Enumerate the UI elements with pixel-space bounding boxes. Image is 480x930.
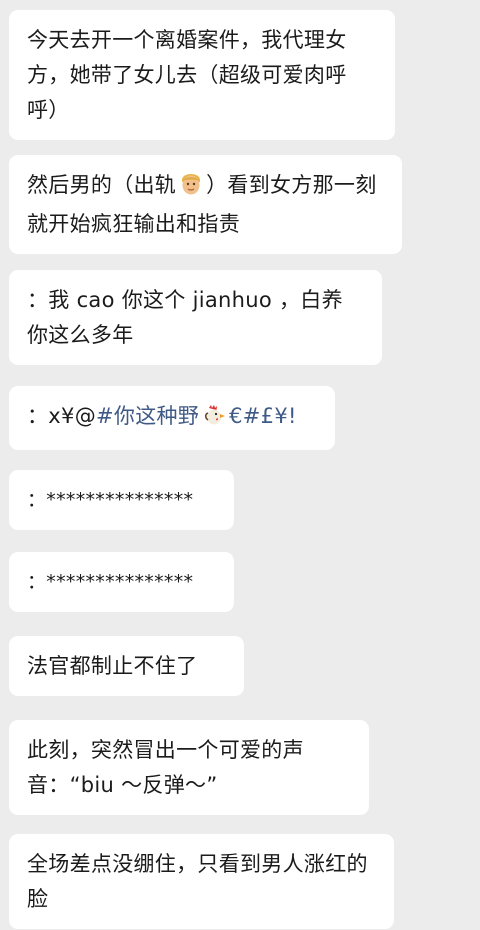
message-text: 全场差点没绷住，只看到男人涨红的脸 [27,852,368,911]
message-bubble-9[interactable]: 全场差点没绷住，只看到男人涨红的脸 [9,834,394,929]
hashtag-link[interactable]: #你这种野 [96,404,199,428]
message-bubble-2[interactable]: 然后男的（出轨 ）看到女方那一刻就开始疯狂输出和指责 [9,155,402,254]
message-bubble-4[interactable]: ：x¥@#你这种野 €#£¥! [9,386,335,450]
message-bubble-3[interactable]: ：我 cao 你这个 jianhuo ，白养你这么多年 [9,270,382,365]
message-bubble-5[interactable]: ：*************** [9,470,234,530]
rooster-emoji-icon [202,403,226,438]
message-bubble-1[interactable]: 今天去开一个离婚案件，我代理女方，她带了女儿去（超级可爱肉呼呼） [9,10,395,140]
message-text: ：*************** [27,489,194,511]
message-text: ：*************** [27,571,194,593]
message-text: ：x¥@ [27,404,96,428]
message-text: 此刻，突然冒出一个可爱的声音：“biu ～反弹～” [27,738,304,797]
message-text: 法官都制止不住了 [27,654,198,678]
man-face-emoji-icon [179,170,203,207]
chat-history: 今天去开一个离婚案件，我代理女方，她带了女儿去（超级可爱肉呼呼） 然后男的（出轨… [0,0,480,930]
message-text-suffix: €#£¥! [229,404,297,428]
message-bubble-6[interactable]: ：*************** [9,552,234,612]
message-text: ：我 cao 你这个 jianhuo ，白养你这么多年 [27,288,343,347]
message-text: 然后男的（出轨 [27,173,177,197]
message-bubble-8[interactable]: 此刻，突然冒出一个可爱的声音：“biu ～反弹～” [9,720,369,815]
message-bubble-7[interactable]: 法官都制止不住了 [9,636,244,696]
message-text: 今天去开一个离婚案件，我代理女方，她带了女儿去（超级可爱肉呼呼） [27,28,347,122]
